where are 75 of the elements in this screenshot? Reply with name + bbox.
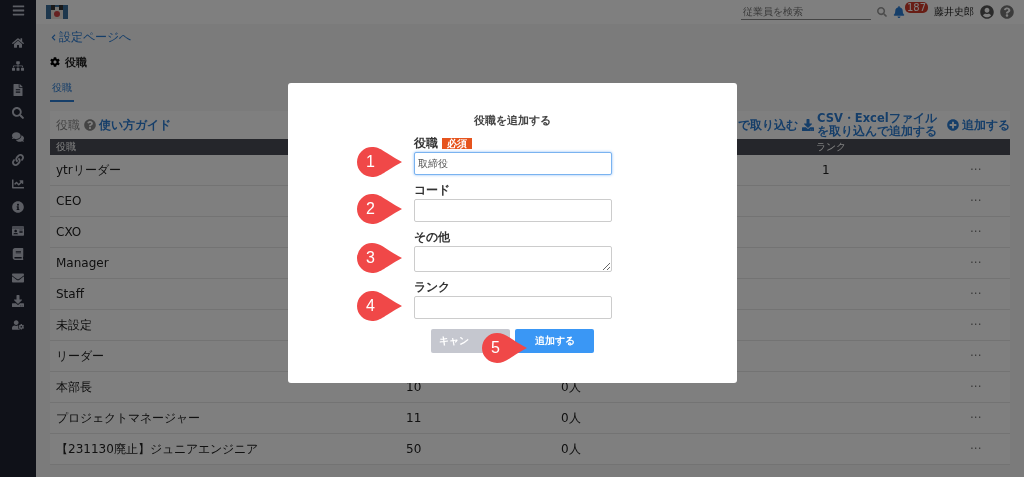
- step-marker: 2: [355, 192, 403, 226]
- table-cell: 0人: [561, 409, 581, 427]
- more-menu[interactable]: ···: [970, 194, 982, 208]
- more-menu[interactable]: ···: [970, 256, 982, 270]
- more-menu[interactable]: ···: [970, 287, 982, 301]
- chart-icon[interactable]: [12, 177, 24, 190]
- help-icon[interactable]: [1000, 5, 1014, 19]
- more-menu[interactable]: ···: [970, 380, 982, 394]
- home-icon[interactable]: [12, 36, 24, 49]
- table-cell: プロジェクトマネージャー: [56, 409, 200, 427]
- field-label: コード: [413, 182, 450, 199]
- id-card-icon[interactable]: [12, 224, 24, 237]
- table-cell: 【231130廃止】ジュニアエンジニア: [56, 440, 258, 458]
- tab[interactable]: 役職: [50, 78, 74, 102]
- dialog-title: 役職を追加する: [474, 113, 551, 128]
- table-cell: CEO: [56, 194, 82, 208]
- user-name: 藤井史郎: [934, 5, 974, 19]
- step-marker: 5: [480, 331, 528, 365]
- required-badge: 必須: [441, 138, 472, 149]
- field-label: ランク: [413, 279, 450, 296]
- mail-icon[interactable]: [12, 271, 24, 284]
- user-settings-icon[interactable]: [12, 318, 24, 331]
- back-link[interactable]: 設定ページへ: [59, 30, 131, 44]
- input-field[interactable]: [413, 296, 612, 319]
- table-cell: ytrリーダー: [56, 161, 121, 179]
- more-menu[interactable]: ···: [970, 411, 982, 425]
- link-icon[interactable]: [12, 154, 24, 166]
- table-cell: 0人: [561, 440, 581, 458]
- field-label: 役職: [413, 135, 438, 152]
- table-cell: 本部長: [56, 378, 92, 396]
- menu-icon[interactable]: [11, 4, 25, 17]
- toolbar-link[interactable]: で取り込む: [738, 118, 798, 132]
- bell-icon[interactable]: [892, 6, 905, 18]
- chat-icon[interactable]: [12, 130, 24, 143]
- column-header: 役職: [56, 140, 76, 154]
- more-menu[interactable]: ···: [970, 163, 982, 177]
- table-cell: 未設定: [56, 316, 92, 334]
- more-menu[interactable]: ···: [970, 225, 982, 239]
- text-area[interactable]: [413, 246, 612, 272]
- help-icon: [84, 119, 96, 131]
- document-icon[interactable]: [12, 83, 24, 96]
- notification-badge: 187: [904, 1, 928, 13]
- chevron-left-icon[interactable]: [50, 33, 57, 41]
- step-marker: 1: [355, 145, 403, 179]
- table-cell: Staff: [56, 287, 84, 301]
- input-field[interactable]: 取締役: [413, 152, 612, 175]
- submit-button[interactable]: 追加する: [515, 329, 594, 353]
- toolbar-title: 役職: [56, 116, 80, 134]
- input-field[interactable]: [413, 199, 612, 222]
- sitemap-icon[interactable]: [12, 60, 24, 72]
- table-cell: Manager: [56, 256, 109, 270]
- page-title: 役職: [65, 54, 87, 70]
- table-cell: 11: [406, 411, 422, 425]
- table-cell: CXO: [56, 225, 82, 239]
- more-menu[interactable]: ···: [970, 349, 982, 363]
- avatar-icon[interactable]: [980, 5, 994, 19]
- gear-icon: [50, 57, 60, 67]
- toolbar-link[interactable]: CSV・Excelファイルを取り込んで追加する: [817, 112, 943, 138]
- step-marker: 4: [355, 289, 403, 323]
- table-cell: リーダー: [56, 347, 104, 365]
- guide-link[interactable]: 使い方ガイド: [99, 116, 171, 134]
- step-marker: 3: [355, 241, 403, 275]
- toolbar-link[interactable]: 追加する: [962, 118, 1010, 132]
- more-menu[interactable]: ···: [970, 442, 982, 456]
- table-cell-text: 1: [821, 163, 830, 177]
- download-icon: [802, 119, 814, 131]
- info-icon[interactable]: [12, 201, 24, 213]
- more-menu[interactable]: ···: [970, 318, 982, 332]
- search-icon[interactable]: [876, 7, 887, 17]
- search-icon[interactable]: [12, 107, 24, 119]
- download-icon[interactable]: [12, 295, 24, 307]
- book-icon[interactable]: [12, 248, 24, 260]
- table-cell: 50: [406, 442, 422, 456]
- field-label: その他: [413, 229, 450, 246]
- column-header: ランク: [816, 140, 846, 154]
